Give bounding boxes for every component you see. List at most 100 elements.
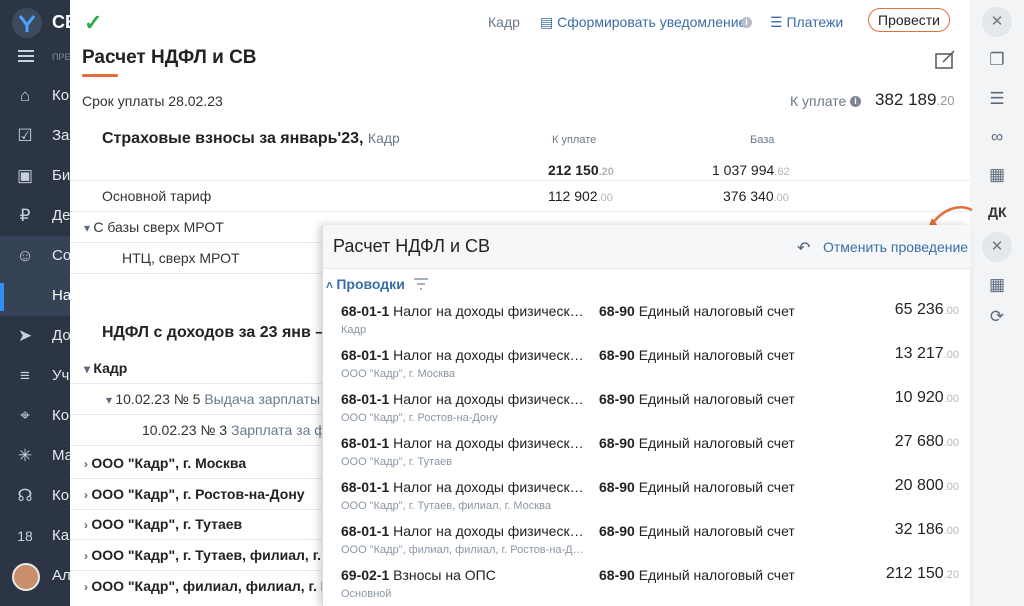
- undo-icon[interactable]: ↶: [797, 238, 810, 258]
- row-ntc: НТЦ, сверх МРОТ: [122, 250, 240, 266]
- entry-credit: 68-90 Единый налоговый счет: [599, 567, 795, 583]
- nav-item-accounting[interactable]: ≡ Уч: [0, 356, 70, 396]
- briefcase-icon: ▣: [16, 166, 34, 185]
- total-topay-dec: .20: [598, 166, 614, 178]
- nav-item-support[interactable]: ☊ Ко: [0, 476, 70, 516]
- dk-button[interactable]: ДК: [988, 204, 1007, 220]
- nav-item-label: Ко: [52, 487, 70, 504]
- row-divider: [70, 414, 330, 415]
- entry-debit: 68-01-1 Налог на доходы физических…: [341, 435, 589, 451]
- group-row[interactable]: › ООО "Кадр", г. Москва: [84, 455, 246, 471]
- edit-icon[interactable]: [934, 49, 958, 71]
- nav-item-home[interactable]: ⌂ Ко: [0, 76, 70, 116]
- close-icon[interactable]: ✕: [982, 232, 1012, 262]
- topay-label: К уплате: [790, 93, 847, 109]
- menu-icon[interactable]: [18, 50, 34, 62]
- debit-name: Налог на доходы физических…: [393, 435, 589, 451]
- tasks-icon: ☑: [17, 126, 33, 145]
- entries-toggle[interactable]: ˄ Проводки: [326, 276, 405, 292]
- nav-item-label: Би: [52, 167, 70, 184]
- filter-icon[interactable]: [413, 278, 429, 290]
- calculator-icon[interactable]: ▦: [982, 160, 1012, 190]
- filter-list-icon[interactable]: ☰: [982, 84, 1012, 114]
- debit-account: 68-01-1: [341, 303, 390, 319]
- row-label: С базы сверх МРОТ: [93, 219, 224, 235]
- post-button[interactable]: Провести: [868, 8, 950, 32]
- nav-subitem-taxes[interactable]: На: [0, 276, 70, 316]
- entry-row[interactable]: 68-01-1 Налог на доходы физических… ООО …: [323, 521, 971, 567]
- app-logo-icon[interactable]: [12, 8, 42, 38]
- popup-title: Расчет НДФЛ и СВ: [333, 236, 491, 256]
- row-topay-dec: .00: [597, 192, 613, 204]
- entry-row[interactable]: 68-01-1 Налог на доходы физических… ООО …: [323, 345, 971, 391]
- close-icon[interactable]: ✕: [982, 7, 1012, 37]
- info-icon[interactable]: i: [741, 17, 752, 28]
- entry-row[interactable]: 68-01-1 Налог на доходы физических… ООО …: [323, 477, 971, 523]
- info-icon[interactable]: i: [850, 96, 861, 107]
- nav-item-label: За: [52, 127, 70, 144]
- page-title: Расчет НДФЛ и СВ: [82, 47, 257, 68]
- nav-item-business[interactable]: ▣ Би: [0, 156, 70, 196]
- nav-selection-bar: [0, 283, 4, 311]
- nav-item-money[interactable]: ₽ Де: [0, 196, 70, 236]
- ledger-icon: ≡: [20, 366, 30, 385]
- group-row[interactable]: › ООО "Кадр", филиал, филиал, г. Р: [84, 578, 330, 594]
- group-row[interactable]: ▾ Кадр: [84, 360, 127, 376]
- popup-header: Расчет НДФЛ и СВ ↶ Отменить проведение: [323, 225, 971, 269]
- entry-row[interactable]: 68-01-1 Налог на доходы физических… Кадр…: [323, 301, 971, 347]
- debit-account: 69-02-1: [341, 567, 390, 583]
- sum-dec: .00: [943, 393, 959, 405]
- left-nav: СБ ПРЕ ⌂ Ко ☑ За ▣ Би ₽ Де ☺ Со На ➤ До: [0, 0, 70, 606]
- sum-dec: .20: [943, 569, 959, 581]
- right-rail: ✕ ❐ ☰ ∞ ▦ ДК ✕ ▦ ⟳: [970, 0, 1024, 606]
- form-notice-link[interactable]: ▤ Сформировать уведомление: [540, 14, 746, 31]
- title-underline: [82, 74, 118, 77]
- headset-icon: ☊: [17, 486, 33, 505]
- doc-row[interactable]: ▾ 10.02.23 № 5 Выдача зарплаты: [106, 391, 320, 407]
- col-header-topay: К уплате: [552, 134, 597, 146]
- entry-sub: ООО "Кадр", г. Тутаев: [341, 456, 453, 468]
- nav-item-contacts[interactable]: ⌖ Ко: [0, 396, 70, 436]
- refresh-icon[interactable]: ⟳: [982, 302, 1012, 332]
- debit-account: 68-01-1: [341, 523, 390, 539]
- group-row[interactable]: › ООО "Кадр", г. Тутаев, филиал, г.: [84, 547, 321, 563]
- row-above-mrot[interactable]: ▾ С базы сверх МРОТ: [84, 219, 224, 235]
- group-row[interactable]: › ООО "Кадр", г. Ростов-на-Дону: [84, 486, 305, 502]
- sum-int: 212 150: [885, 565, 944, 582]
- payments-link[interactable]: ☰ Платежи: [770, 14, 843, 31]
- entry-credit: 68-90 Единый налоговый счет: [599, 435, 795, 451]
- entry-row[interactable]: 69-02-1 Взносы на ОПС Основной 68-90 Еди…: [323, 565, 971, 606]
- avatar[interactable]: [12, 563, 40, 591]
- nav-item-staff[interactable]: ☺ Со: [0, 236, 70, 276]
- credit-account: 68-90: [599, 435, 635, 451]
- entry-row[interactable]: 68-01-1 Налог на доходы физических… ООО …: [323, 389, 971, 435]
- total-base-int: 1 037 994: [712, 162, 775, 178]
- nav-item-documents[interactable]: ➤ До: [0, 316, 70, 356]
- doc-row[interactable]: 10.02.23 № 3 Зарплата за фе: [142, 422, 334, 438]
- topay-dec: .20: [936, 93, 955, 108]
- nav-item-label: Со: [52, 247, 70, 264]
- row-base-int: 376 340: [723, 188, 774, 204]
- group-row[interactable]: › ООО "Кадр", г. Тутаев: [84, 516, 242, 532]
- ndfl-section-title: НДФЛ с доходов за 23 янв – 2: [102, 324, 338, 341]
- org-link[interactable]: Кадр: [488, 14, 520, 30]
- staff-icon: ☺: [16, 246, 34, 265]
- nav-item-marketplace[interactable]: ✳ Ма: [0, 436, 70, 476]
- undo-posting-link[interactable]: Отменить проведение: [823, 239, 968, 255]
- copy-icon[interactable]: ❐: [982, 45, 1012, 75]
- calculator-icon[interactable]: ▦: [982, 270, 1012, 300]
- sum-int: 13 217: [894, 345, 944, 362]
- entry-debit: 69-02-1 Взносы на ОПС: [341, 567, 589, 583]
- doc-number: 10.02.23 № 5: [115, 391, 201, 407]
- row-divider: [70, 211, 970, 212]
- debit-name: Налог на доходы физических…: [393, 303, 589, 319]
- credit-name: Единый налоговый счет: [638, 523, 795, 539]
- nav-section-label: ПРЕ: [52, 52, 70, 62]
- nav-item-calendar[interactable]: 18 Ка: [0, 516, 70, 556]
- link-icon[interactable]: ∞: [982, 122, 1012, 152]
- group-label: Кадр: [93, 360, 128, 376]
- nav-item-tasks[interactable]: ☑ За: [0, 116, 70, 156]
- debit-account: 68-01-1: [341, 435, 390, 451]
- entry-row[interactable]: 68-01-1 Налог на доходы физических… ООО …: [323, 433, 971, 479]
- credit-name: Единый налоговый счет: [638, 347, 795, 363]
